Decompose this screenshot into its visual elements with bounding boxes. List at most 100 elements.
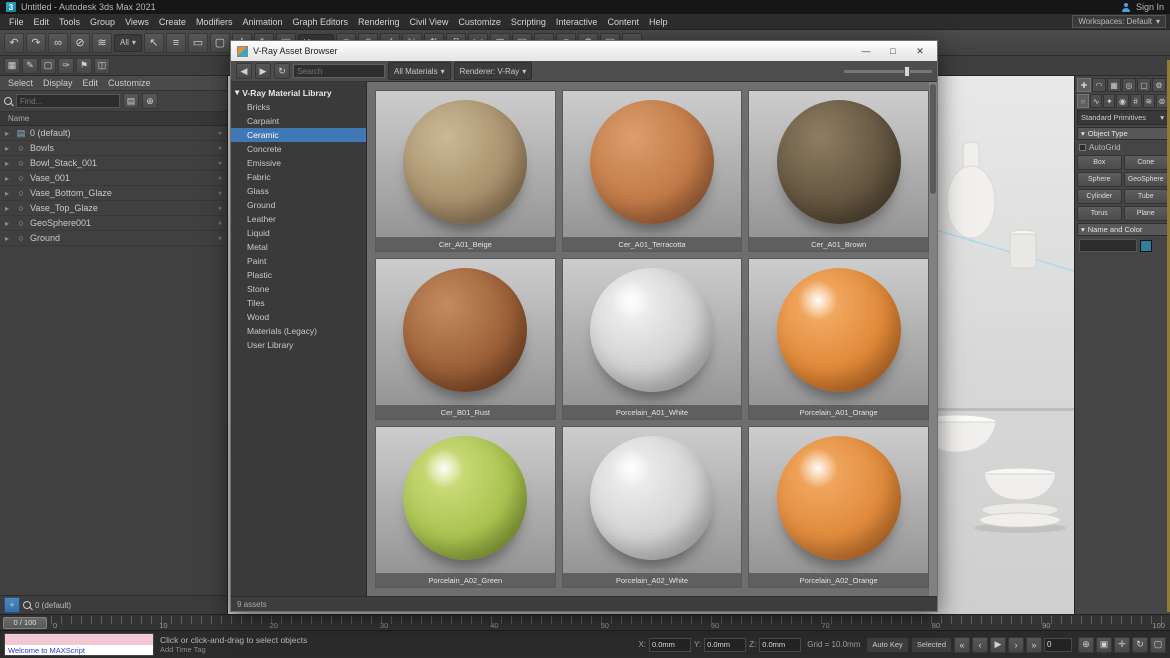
sidebar-item-concrete[interactable]: Concrete: [231, 142, 366, 156]
ribbon-freeform-icon[interactable]: ✎: [22, 58, 38, 74]
visibility-dot-icon[interactable]: ●: [218, 175, 222, 182]
geometry-icon[interactable]: ○: [1077, 94, 1089, 108]
object-type-rollout-header[interactable]: ▾ Object Type: [1077, 127, 1168, 140]
modify-tab-icon[interactable]: ◠: [1092, 78, 1106, 92]
material-card[interactable]: Porcelain_A01_Orange: [748, 258, 929, 420]
zoom-extents-icon[interactable]: ▣: [1096, 637, 1112, 653]
cameras-icon[interactable]: ◉: [1116, 94, 1128, 108]
explorer-row-vase[interactable]: ▸ ○ Vase_001 ●: [0, 171, 227, 186]
geosphere-button[interactable]: GeoSphere: [1124, 172, 1169, 187]
expand-icon[interactable]: ▸: [5, 204, 12, 213]
visibility-dot-icon[interactable]: ●: [218, 160, 222, 167]
y-coordinate-field[interactable]: [704, 638, 746, 652]
visibility-dot-icon[interactable]: ●: [218, 145, 222, 152]
refresh-icon[interactable]: ↻: [274, 63, 290, 79]
explorer-menu-customize[interactable]: Customize: [104, 78, 155, 88]
grid-scrollbar[interactable]: [929, 82, 937, 596]
z-coordinate-field[interactable]: [759, 638, 801, 652]
primitive-category-dropdown[interactable]: Standard Primitives ▾: [1077, 110, 1168, 125]
dialog-titlebar[interactable]: V-Ray Asset Browser — □ ✕: [231, 41, 937, 61]
sidebar-item-fabric[interactable]: Fabric: [231, 170, 366, 184]
material-card[interactable]: Porcelain_A01_White: [562, 258, 743, 420]
maxscript-mini-listener[interactable]: Welcome to MAXScript: [4, 633, 154, 656]
close-button[interactable]: ✕: [909, 44, 931, 59]
sidebar-item-legacy[interactable]: Materials (Legacy): [231, 324, 366, 338]
back-icon[interactable]: ◀: [236, 63, 252, 79]
ribbon-modeling-icon[interactable]: ▦: [4, 58, 20, 74]
prev-key-icon[interactable]: ‹: [972, 637, 988, 653]
pan-icon[interactable]: ✛: [1114, 637, 1130, 653]
pick-layer-icon[interactable]: ⊕: [142, 93, 158, 109]
select-link-icon[interactable]: ∞: [48, 33, 68, 53]
current-frame-field[interactable]: [1044, 638, 1072, 652]
sidebar-item-emissive[interactable]: Emissive: [231, 156, 366, 170]
x-coordinate-field[interactable]: [649, 638, 691, 652]
menu-rendering[interactable]: Rendering: [353, 17, 405, 27]
user-account-icon[interactable]: [1122, 3, 1131, 12]
play-icon[interactable]: ▶: [990, 637, 1006, 653]
menu-modifiers[interactable]: Modifiers: [191, 17, 238, 27]
visibility-dot-icon[interactable]: ●: [218, 220, 222, 227]
cylinder-button[interactable]: Cylinder: [1077, 189, 1122, 204]
material-card[interactable]: Cer_A01_Terracotta: [562, 90, 743, 252]
helpers-icon[interactable]: #: [1130, 94, 1142, 108]
material-card[interactable]: Porcelain_A02_Green: [375, 426, 556, 588]
sidebar-item-liquid[interactable]: Liquid: [231, 226, 366, 240]
minimize-button[interactable]: —: [855, 44, 877, 59]
maximize-button[interactable]: □: [882, 44, 904, 59]
menu-content[interactable]: Content: [602, 17, 644, 27]
material-card[interactable]: Porcelain_A02_Orange: [748, 426, 929, 588]
expand-icon[interactable]: ▸: [5, 189, 12, 198]
forward-icon[interactable]: ▶: [255, 63, 271, 79]
expand-icon[interactable]: ▸: [5, 234, 12, 243]
material-card[interactable]: Cer_A01_Brown: [748, 90, 929, 252]
crossing-selection-icon[interactable]: ▢: [210, 33, 230, 53]
sidebar-item-bricks[interactable]: Bricks: [231, 100, 366, 114]
motion-tab-icon[interactable]: ◎: [1122, 78, 1136, 92]
ribbon-grid-icon[interactable]: ◫: [94, 58, 110, 74]
sphere-button[interactable]: Sphere: [1077, 172, 1122, 187]
tube-button[interactable]: Tube: [1124, 189, 1169, 204]
maximize-viewport-icon[interactable]: ▢: [1150, 637, 1166, 653]
spacewarps-icon[interactable]: ≋: [1143, 94, 1155, 108]
timeline-ruler[interactable]: 0 10 20 30 40 50 60 70 80 90 100: [51, 616, 1167, 630]
material-card[interactable]: Porcelain_A02_White: [562, 426, 743, 588]
zoom-icon[interactable]: ⊕: [1078, 637, 1094, 653]
sidebar-item-paint[interactable]: Paint: [231, 254, 366, 268]
go-start-icon[interactable]: «: [954, 637, 970, 653]
hierarchy-tab-icon[interactable]: ▦: [1107, 78, 1121, 92]
bind-spacewarp-icon[interactable]: ≋: [92, 33, 112, 53]
expand-icon[interactable]: ▸: [5, 129, 12, 138]
time-slider-handle[interactable]: 0 / 100: [3, 617, 47, 629]
explorer-menu-edit[interactable]: Edit: [79, 78, 103, 88]
explorer-row-bowl-stack[interactable]: ▸ ○ Bowl_Stack_001 ●: [0, 156, 227, 171]
sidebar-item-user-library[interactable]: User Library: [231, 338, 366, 352]
sidebar-item-ground[interactable]: Ground: [231, 198, 366, 212]
library-root[interactable]: ▾ V-Ray Material Library: [231, 85, 366, 100]
ribbon-selection-icon[interactable]: ▢: [40, 58, 56, 74]
autogrid-checkbox[interactable]: [1079, 144, 1086, 151]
menu-file[interactable]: File: [4, 17, 29, 27]
explorer-menu-display[interactable]: Display: [39, 78, 77, 88]
select-by-name-icon[interactable]: ≡: [166, 33, 186, 53]
expand-icon[interactable]: ▸: [5, 219, 12, 228]
next-key-icon[interactable]: ›: [1008, 637, 1024, 653]
explorer-menu-select[interactable]: Select: [4, 78, 37, 88]
name-color-rollout-header[interactable]: ▾ Name and Color: [1077, 223, 1168, 236]
menu-tools[interactable]: Tools: [54, 17, 85, 27]
material-card[interactable]: Cer_B01_Rust: [375, 258, 556, 420]
sidebar-item-metal[interactable]: Metal: [231, 240, 366, 254]
add-layer-icon[interactable]: +: [4, 597, 20, 613]
menu-create[interactable]: Create: [154, 17, 191, 27]
expand-icon[interactable]: ▸: [5, 144, 12, 153]
macro-recorder-line[interactable]: [5, 634, 153, 645]
menu-scripting[interactable]: Scripting: [506, 17, 551, 27]
explorer-search-input[interactable]: [16, 94, 120, 108]
visibility-dot-icon[interactable]: ●: [218, 235, 222, 242]
expand-icon[interactable]: ▸: [5, 174, 12, 183]
ribbon-object-paint-icon[interactable]: ✑: [58, 58, 74, 74]
sidebar-item-stone[interactable]: Stone: [231, 282, 366, 296]
object-name-input[interactable]: [1079, 239, 1137, 252]
menu-customize[interactable]: Customize: [453, 17, 506, 27]
object-color-swatch[interactable]: [1140, 240, 1152, 252]
